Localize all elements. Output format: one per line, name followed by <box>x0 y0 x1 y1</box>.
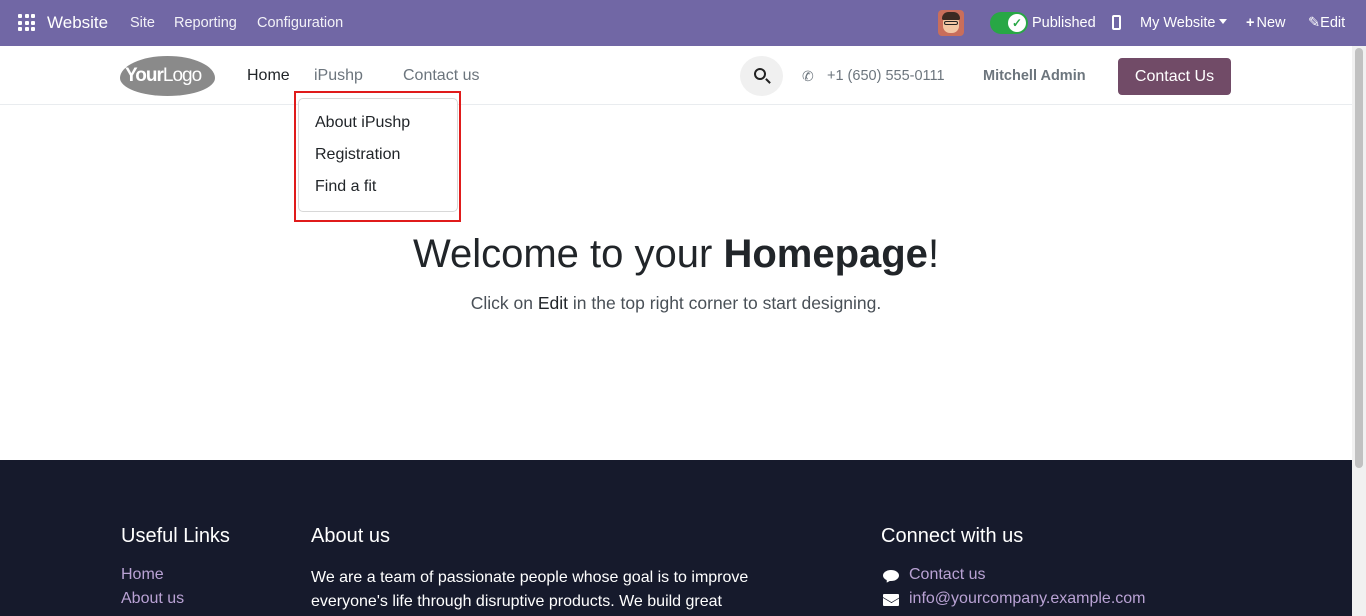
edit-button[interactable]: ✎Edit <box>1308 15 1345 31</box>
phone-icon: ✆ <box>802 68 814 84</box>
mobile-preview-icon[interactable] <box>1112 15 1121 30</box>
hero-subtitle: Click on Edit in the top right corner to… <box>470 293 882 313</box>
published-toggle[interactable]: ✓ <box>990 12 1028 34</box>
published-label[interactable]: Published <box>1032 15 1096 31</box>
new-label: New <box>1256 15 1286 31</box>
footer-link-home[interactable]: Home <box>121 566 164 584</box>
caret-down-icon <box>1219 19 1228 24</box>
search-button[interactable] <box>740 56 783 96</box>
connect-heading: Connect with us <box>881 525 1024 547</box>
nav-ipushp-label: iPushp <box>314 67 363 84</box>
menu-site[interactable]: Site <box>130 15 155 31</box>
nav-ipushp-dropdown[interactable]: iPushp <box>314 67 363 85</box>
nav-home[interactable]: Home <box>247 67 290 85</box>
contact-us-button[interactable]: Contact Us <box>1118 58 1231 95</box>
app-brand[interactable]: Website <box>47 13 108 33</box>
site-header: YourLogo Home iPushp Contact us ✆ +1 (65… <box>0 46 1352 105</box>
footer: Useful Links Home About us About us We a… <box>0 460 1352 616</box>
menu-configuration[interactable]: Configuration <box>257 15 343 31</box>
plus-icon: + <box>1246 15 1255 31</box>
menu-reporting[interactable]: Reporting <box>174 15 237 31</box>
check-icon: ✓ <box>1008 14 1026 32</box>
highlight-annotation <box>294 91 461 222</box>
useful-links-heading: Useful Links <box>121 525 230 547</box>
odoo-top-bar: Website Site Reporting Configuration ✓ P… <box>0 0 1366 46</box>
user-menu-dropdown[interactable]: Mitchell Admin <box>983 68 1086 84</box>
scrollbar-thumb[interactable] <box>1355 48 1363 468</box>
footer-email-link[interactable]: info@yourcompany.example.com <box>909 590 1146 608</box>
edit-label: Edit <box>1320 15 1346 31</box>
phone-number[interactable]: +1 (650) 555-0111 <box>827 68 945 84</box>
page-scrollbar[interactable] <box>1352 46 1366 616</box>
apps-grid-icon[interactable] <box>18 14 35 31</box>
about-us-heading: About us <box>311 525 390 547</box>
envelope-icon <box>883 594 899 606</box>
site-logo[interactable]: YourLogo <box>120 56 215 96</box>
comment-icon <box>883 570 899 581</box>
user-avatar[interactable] <box>938 10 964 36</box>
my-website-dropdown[interactable]: My Website <box>1140 15 1228 31</box>
footer-contact-link[interactable]: Contact us <box>909 566 985 584</box>
pencil-icon: ✎ <box>1308 15 1321 31</box>
my-website-label: My Website <box>1140 15 1216 31</box>
footer-link-about[interactable]: About us <box>121 590 184 608</box>
user-name: Mitchell Admin <box>983 68 1086 84</box>
about-us-text: We are a team of passionate people whose… <box>311 569 749 610</box>
search-icon <box>754 68 766 80</box>
new-button[interactable]: + New <box>1246 15 1285 31</box>
nav-contact-us[interactable]: Contact us <box>403 67 479 85</box>
hero-title: Welcome to your Homepage! <box>412 232 940 276</box>
